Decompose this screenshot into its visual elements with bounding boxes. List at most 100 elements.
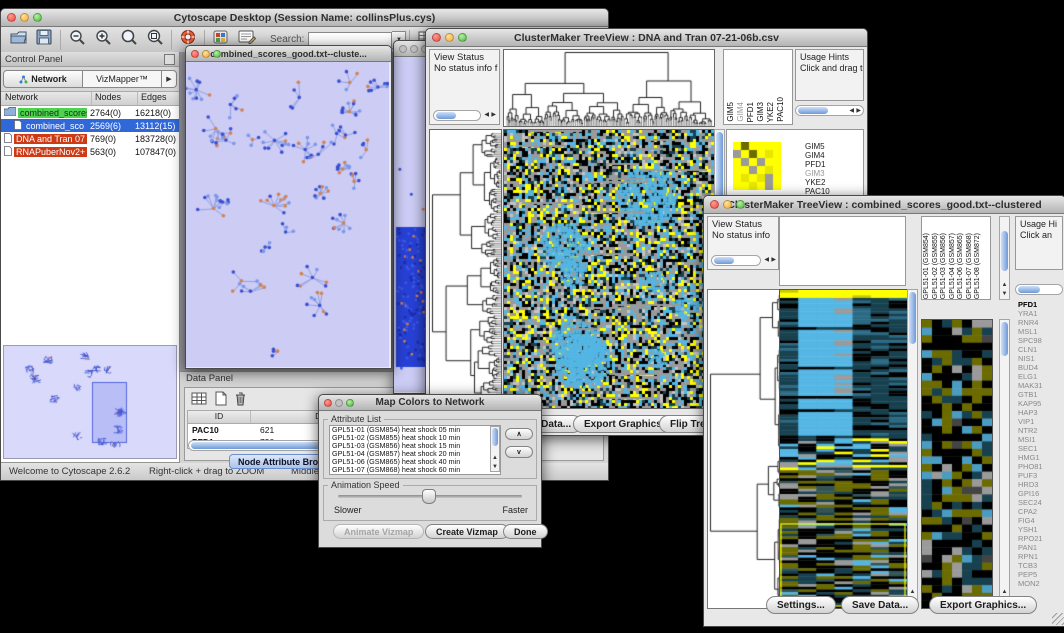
gene-label[interactable]: PAN1 — [1018, 543, 1064, 552]
gene-label[interactable]: PUF3 — [1018, 471, 1064, 480]
column-labels-vscrollbar[interactable]: ▲ ▼ — [999, 216, 1010, 300]
gene-label[interactable]: CLN1 — [1018, 345, 1064, 354]
column-label[interactable]: GPL51-01 (GSM854) — [923, 233, 932, 299]
zoom-selected-button[interactable] — [142, 28, 168, 52]
gene-label[interactable]: BUD4 — [1018, 363, 1064, 372]
zoom-in-button[interactable] — [90, 28, 116, 52]
column-label[interactable]: GIM5 — [726, 102, 736, 122]
zoom-window-icon[interactable] — [213, 50, 221, 58]
gene-label[interactable]: SEC1 — [1018, 444, 1064, 453]
move-up-button[interactable]: ∧ — [505, 428, 533, 440]
gene-label[interactable]: YSH1 — [1018, 525, 1064, 534]
gene-label[interactable]: MSI1 — [1018, 435, 1064, 444]
close-icon[interactable] — [710, 200, 719, 209]
zoom-window-icon[interactable] — [736, 200, 745, 209]
gene-label[interactable]: CPA2 — [1018, 507, 1064, 516]
row-dendrogram[interactable] — [707, 289, 781, 609]
gene-label[interactable]: RPN1 — [1018, 552, 1064, 561]
minimize-icon[interactable] — [723, 200, 732, 209]
col-header-nodes[interactable]: Nodes — [92, 92, 138, 105]
scroll-up-arrow[interactable]: ▲ — [1000, 589, 1009, 596]
close-icon[interactable] — [399, 45, 407, 53]
gene-label[interactable]: NTR2 — [1018, 426, 1064, 435]
matrix-row-label[interactable]: GIM3 — [805, 169, 830, 178]
minimize-icon[interactable] — [20, 13, 29, 22]
network-view-canvas[interactable] — [186, 62, 389, 367]
minimize-icon[interactable] — [335, 399, 343, 407]
gene-label[interactable]: HMG1 — [1018, 453, 1064, 462]
gene-label[interactable]: MSL1 — [1018, 327, 1064, 336]
zoomed-vscrollbar[interactable]: ▲ ▼ — [999, 319, 1010, 609]
more-tabs-button[interactable]: ▶ — [162, 70, 177, 88]
close-icon[interactable] — [191, 50, 199, 58]
gene-label[interactable]: SEC24 — [1018, 498, 1064, 507]
heatmap-vscrollbar[interactable]: ▲ ▼ — [907, 289, 918, 609]
gene-label[interactable]: MON2 — [1018, 579, 1064, 588]
open-folder-button[interactable] — [5, 28, 31, 52]
close-icon[interactable] — [324, 399, 332, 407]
column-label[interactable]: GPL51-07 (GSM868) — [966, 233, 975, 299]
column-label[interactable]: GIM4 — [736, 102, 746, 122]
column-dendrogram[interactable] — [503, 49, 715, 127]
main-titlebar[interactable]: Cytoscape Desktop (Session Name: collins… — [1, 9, 608, 27]
zoom-fit-button[interactable] — [116, 28, 142, 52]
view-status-hscrollbar[interactable] — [433, 110, 481, 121]
correlation-matrix[interactable] — [733, 142, 781, 190]
gene-label[interactable]: MAK31 — [1018, 381, 1064, 390]
heatmap-zoomed[interactable] — [921, 319, 993, 609]
attribute-listbox[interactable]: GPL51-01 (GSM854) heat shock 05 minGPL51… — [329, 425, 501, 475]
zoom-window-icon[interactable] — [346, 399, 354, 407]
column-label[interactable]: GPL51-04 (GSM857) — [949, 233, 958, 299]
scroll-up-arrow[interactable]: ▲ — [491, 455, 499, 462]
column-label[interactable]: PAC10 — [776, 97, 786, 122]
treeview2-button-1[interactable]: Save Data... — [841, 596, 919, 614]
col-header-edges[interactable]: Edges — [138, 92, 179, 105]
gene-label[interactable]: NIS1 — [1018, 354, 1064, 363]
tab-network[interactable]: Network — [3, 70, 83, 88]
column-label[interactable]: GPL51-06 (GSM865) — [957, 233, 966, 299]
float-panel-icon[interactable] — [164, 54, 175, 65]
scroll-up-arrow[interactable]: ▲ — [908, 589, 917, 596]
minimize-icon[interactable] — [202, 50, 210, 58]
delete-attribute-icon[interactable] — [233, 391, 248, 406]
zoom-out-button[interactable] — [64, 28, 90, 52]
gene-label[interactable]: TCB3 — [1018, 561, 1064, 570]
heatmap-main[interactable] — [503, 129, 715, 409]
attribute-item[interactable]: GPL51-07 (GSM868) heat shock 60 min — [330, 466, 500, 474]
table-grid-icon[interactable] — [191, 391, 208, 406]
network-row[interactable]: combined_sco2569(6)13112(15) — [1, 119, 179, 132]
animate-vizmap-button[interactable]: Animate Vizmap — [333, 524, 424, 539]
column-label[interactable]: GIM3 — [756, 102, 766, 122]
column-label[interactable]: GPL51-02 (GSM855) — [932, 233, 941, 299]
gene-label[interactable]: YRA1 — [1018, 309, 1064, 318]
gene-label[interactable]: SPC98 — [1018, 336, 1064, 345]
network-row[interactable]: RNAPuberNov2+563(0)107847(0) — [1, 145, 179, 158]
gene-label[interactable]: PHO81 — [1018, 462, 1064, 471]
gene-label[interactable]: HRD3 — [1018, 480, 1064, 489]
new-attribute-icon[interactable] — [213, 391, 228, 406]
heatmap-main[interactable] — [779, 289, 908, 609]
col-header-network[interactable]: Network — [1, 92, 92, 105]
gene-label[interactable]: PFD1 — [1018, 300, 1064, 309]
save-button[interactable] — [31, 28, 57, 52]
move-down-button[interactable]: v — [505, 446, 533, 458]
gene-label[interactable]: VIP1 — [1018, 417, 1064, 426]
usage-hints-hscrollbar[interactable]: ◀ ▶ — [795, 105, 864, 116]
gene-label[interactable]: PEP5 — [1018, 570, 1064, 579]
network-row[interactable]: combined_scores_2764(0)16218(0) — [1, 106, 179, 119]
slider-thumb[interactable] — [422, 489, 436, 504]
usage-hints-hscrollbar[interactable] — [1015, 284, 1063, 295]
gene-label[interactable]: GPI16 — [1018, 489, 1064, 498]
matrix-row-label[interactable]: GIM5 — [805, 142, 830, 151]
gene-label[interactable]: GTB1 — [1018, 390, 1064, 399]
treeview2-button-0[interactable]: Settings... — [766, 596, 836, 614]
gene-label[interactable]: RNR4 — [1018, 318, 1064, 327]
close-icon[interactable] — [7, 13, 16, 22]
done-button[interactable]: Done — [503, 524, 548, 539]
matrix-row-label[interactable]: PFD1 — [805, 160, 830, 169]
column-label[interactable]: PFD1 — [746, 102, 756, 122]
column-label[interactable]: GPL51-03 (GSM856) — [940, 233, 949, 299]
view-status-hscrollbar[interactable] — [711, 255, 761, 266]
column-label[interactable]: YKE2 — [766, 102, 776, 122]
close-icon[interactable] — [432, 33, 441, 42]
